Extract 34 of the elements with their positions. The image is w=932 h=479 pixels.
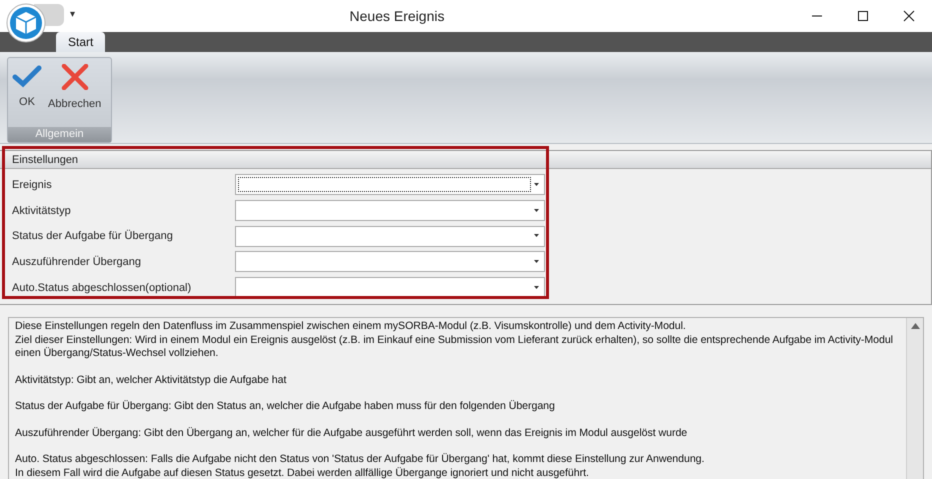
- field-label: Aktivitätstyp: [12, 204, 72, 217]
- description-text: Aktivitätstyp: Gibt an, welcher Aktivitätstyp die Aufgabe hat: [15, 374, 288, 388]
- dropdown-field[interactable]: [235, 174, 545, 196]
- group-label: Allgemein: [8, 127, 111, 142]
- ok-button[interactable]: OK: [10, 62, 44, 127]
- description-text: Status der Aufgabe für Übergang: Gibt den Status an, welcher die Aufgabe haben muss für den folgenden Übergang: [15, 400, 556, 414]
- dropdown-field[interactable]: [235, 226, 545, 247]
- field-label: Auto.Status abgeschlossen(optional): [12, 282, 192, 294]
- dropdown-field[interactable]: [235, 277, 545, 298]
- scrollbar[interactable]: [906, 318, 923, 479]
- description-text: Auto. Status abgeschlossen: Falls die Aufgabe nicht den Status von 'Status der Aufgabe für Übergang' hat, kommt diese Einstellung zur Anwendung.: [15, 453, 706, 467]
- field-label: Ereignis: [12, 178, 53, 191]
- dropdown-caret-icon[interactable]: [531, 182, 542, 188]
- description-text: In diesem Fall wird die Aufgabe auf diesen Status gesetzt. Dabei werden allfällige Übergange ignoriert und nicht ausgeführt.: [15, 466, 590, 479]
- window-title: Neues Ereignis: [350, 8, 444, 24]
- cancel-button[interactable]: Abbrechen: [46, 62, 104, 127]
- dropdown-field[interactable]: [235, 251, 545, 272]
- ribbon-tab[interactable]: Start: [56, 32, 106, 52]
- dropdown-caret-icon[interactable]: [531, 284, 542, 291]
- dropdown-caret-icon[interactable]: [531, 208, 542, 214]
- section-header: Einstellungen: [0, 151, 931, 169]
- field-label: Status der Aufgabe für Übergang: [12, 230, 174, 242]
- description-text: Diese Einstellungen regeln den Datenfluss im Zusammenspiel zwischen einem mySORBA-Modul (z.B. Visumskontrolle) und dem Activity-Modul.: [15, 320, 687, 334]
- scroll-up-icon[interactable]: [910, 323, 920, 330]
- description-text: Ziel dieser Einstellungen: Wird in einem Modul ein Ereignis ausgelöst (z.B. im Einkauf eine Submission vom Lieferant zurück erhalten), so sollte die entsprechende Aufgabe im Activity-Modul: [15, 334, 894, 347]
- cross-icon: [60, 64, 89, 90]
- dropdown-caret-icon[interactable]: [531, 233, 542, 240]
- field-label: Auszuführender Übergang: [12, 256, 142, 268]
- dropdown-field[interactable]: [235, 200, 545, 222]
- check-icon: [12, 64, 42, 88]
- quick-access-dropdown[interactable]: ▾: [70, 8, 75, 20]
- description-text: Auszuführender Übergang: Gibt den Übergang an, welcher für die Aufgabe ausgeführt werden soll, wenn das Ereignis im Modul ausgelöst wurde: [15, 426, 688, 440]
- dropdown-caret-icon[interactable]: [531, 258, 542, 265]
- description-text: einen Übergang/Status-Wechsel vollziehen.: [15, 347, 220, 361]
